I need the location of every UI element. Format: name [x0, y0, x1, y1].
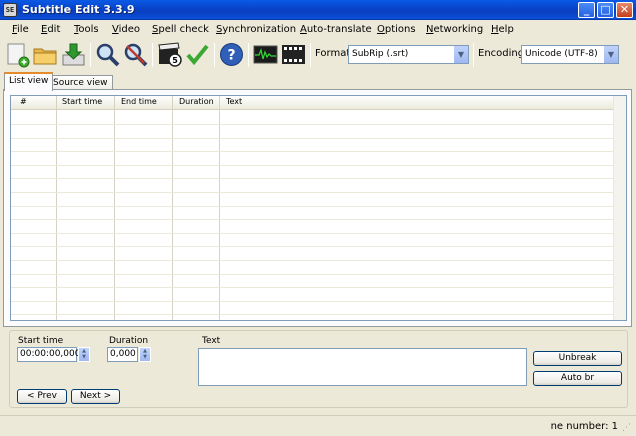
text-label: Text [202, 336, 221, 346]
toolbar-separator [248, 43, 249, 67]
toolbar-separator [473, 43, 474, 67]
grid-row-line [11, 301, 613, 302]
grid-row-line [11, 233, 613, 234]
close-button[interactable]: ✕ [616, 2, 633, 18]
menu-edit[interactable]: Edit [41, 24, 60, 35]
column-header-start-time[interactable]: Start time [62, 97, 102, 106]
status-line-number: ne number: 1 [550, 421, 618, 432]
chevron-down-icon[interactable]: ▼ [603, 46, 618, 63]
format-label: Format [315, 48, 351, 59]
grid-scrollbar[interactable] [613, 96, 626, 320]
format-select[interactable]: SubRip (.srt) ▼ [348, 45, 469, 64]
subtitle-edit-panel: Start time 00:00:00,000 ▲ ▼ Duration 0,0… [9, 330, 628, 408]
start-time-spinner[interactable]: ▲ ▼ [78, 347, 90, 362]
grid-header: # Start time End time Duration Text [11, 96, 626, 110]
format-value: SubRip (.srt) [352, 49, 409, 59]
menu-video[interactable]: Video [112, 24, 140, 35]
grid-row-line [11, 206, 613, 207]
column-header-duration[interactable]: Duration [179, 97, 214, 106]
status-bar: ne number: 1 ⋰ [0, 415, 636, 436]
menu-options[interactable]: Options [377, 24, 416, 35]
window-title: Subtitle Edit 3.3.9 [22, 3, 135, 16]
encoding-select[interactable]: Unicode (UTF-8) ▼ [521, 45, 619, 64]
svg-text:5: 5 [172, 56, 178, 65]
column-header-end-time[interactable]: End time [121, 97, 157, 106]
duration-spinner[interactable]: ▲ ▼ [139, 347, 151, 362]
resize-grip-icon[interactable]: ⋰ [622, 422, 634, 434]
spin-down-icon[interactable]: ▼ [79, 354, 89, 360]
column-header-text[interactable]: Text [226, 97, 242, 106]
toolbar-separator [214, 43, 215, 67]
list-view-panel: # Start time End time Duration Text [3, 89, 632, 327]
start-time-field[interactable]: 00:00:00,000 [17, 347, 81, 362]
grid-row-line [11, 178, 613, 179]
toolbar-separator [152, 43, 153, 67]
menu-file[interactable]: File [12, 24, 29, 35]
encoding-label: Encoding [478, 48, 525, 59]
spin-down-icon[interactable]: ▼ [140, 354, 150, 360]
tab-list-view[interactable]: List view [4, 72, 54, 91]
toolbar: 5 ? Format SubRip (.srt) ▼ Encoding Unic… [0, 40, 636, 70]
spell-check-icon[interactable] [184, 41, 211, 68]
grid-row-line [11, 151, 613, 152]
chevron-down-icon[interactable]: ▼ [453, 46, 468, 63]
help-icon[interactable]: ? [218, 41, 245, 68]
menu-tools[interactable]: Tools [74, 24, 99, 35]
svg-text:?: ? [227, 48, 235, 64]
grid-row-line [11, 124, 613, 125]
menu-help[interactable]: Help [491, 24, 514, 35]
next-button[interactable]: Next > [71, 389, 120, 404]
menu-bar: File Edit Tools Video Spell check Synchr… [0, 20, 636, 40]
menu-auto-translate[interactable]: Auto-translate [300, 24, 372, 35]
grid-row-line [11, 287, 613, 288]
visual-sync-icon[interactable]: 5 [156, 41, 183, 68]
grid-row-line [11, 192, 613, 193]
menu-networking[interactable]: Networking [426, 24, 483, 35]
grid-row-line [11, 165, 613, 166]
title-bar[interactable]: SE Subtitle Edit 3.3.9 _ □ ✕ [0, 0, 636, 20]
grid-row-line [11, 314, 613, 315]
subtitle-grid[interactable]: # Start time End time Duration Text [10, 95, 627, 321]
auto-br-button[interactable]: Auto br [533, 371, 622, 386]
menu-synchronization[interactable]: Synchronization [216, 24, 296, 35]
maximize-button[interactable]: □ [597, 2, 614, 18]
encoding-value: Unicode (UTF-8) [525, 49, 598, 59]
grid-row-line [11, 260, 613, 261]
open-folder-icon[interactable] [32, 41, 59, 68]
grid-row-line [11, 219, 613, 220]
toolbar-separator [90, 43, 91, 67]
duration-label: Duration [109, 336, 149, 346]
grid-row-line [11, 138, 613, 139]
new-file-icon[interactable] [4, 41, 31, 68]
duration-field[interactable]: 0,000 [107, 347, 138, 362]
minimize-button[interactable]: _ [578, 2, 595, 18]
toolbar-separator [310, 43, 311, 67]
app-icon: SE [3, 3, 17, 17]
grid-row-line [11, 274, 613, 275]
duration-value: 0,000 [110, 349, 136, 359]
subtitle-text-area[interactable] [198, 348, 527, 386]
start-time-value: 00:00:00,000 [20, 349, 81, 359]
download-save-icon[interactable] [60, 41, 87, 68]
video-clapper-icon[interactable] [280, 41, 307, 68]
replace-icon[interactable] [122, 41, 149, 68]
start-time-label: Start time [18, 336, 64, 346]
waveform-icon[interactable] [252, 41, 279, 68]
menu-spell-check[interactable]: Spell check [152, 24, 209, 35]
unbreak-button[interactable]: Unbreak [533, 351, 622, 366]
find-icon[interactable] [94, 41, 121, 68]
grid-row-line [11, 246, 613, 247]
column-header-number[interactable]: # [20, 97, 27, 106]
prev-button[interactable]: < Prev [17, 389, 67, 404]
